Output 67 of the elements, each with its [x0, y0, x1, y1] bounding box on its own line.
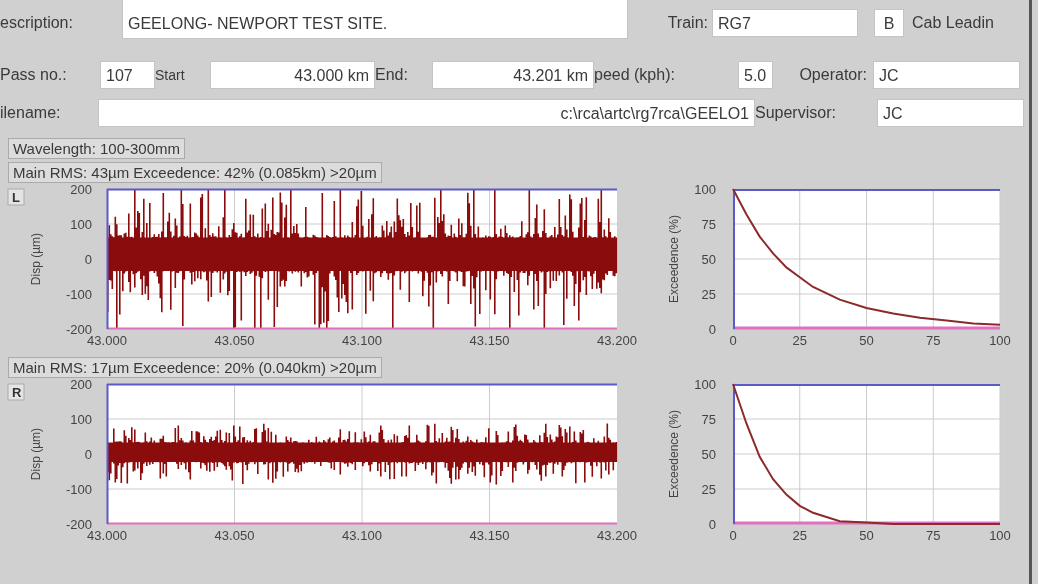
y-tick-label: 25	[701, 482, 716, 497]
y-tick-label: 100	[694, 182, 716, 197]
supervisor-field[interactable]: JC	[877, 99, 1024, 127]
x-tick-label: 0	[729, 333, 737, 348]
train-end-field[interactable]: B	[874, 9, 904, 37]
x-tick-label: 75	[926, 528, 941, 543]
y-tick-label: 50	[701, 252, 716, 267]
x-tick-label: 100	[989, 333, 1011, 348]
start-label: Start	[155, 67, 186, 83]
y-tick-label: 0	[84, 447, 92, 462]
y-tick-label: 100	[70, 412, 92, 427]
start-field[interactable]: 43.000 km	[210, 61, 375, 89]
rms-summary: Main RMS: 17µm Exceedence: 20% (0.040km) >20µm	[8, 357, 382, 378]
y-tick-label: 50	[701, 447, 716, 462]
y-tick-label: 200	[70, 182, 92, 197]
x-tick-label: 43.150	[469, 333, 510, 348]
y-tick-label: 75	[701, 412, 716, 427]
channel-letter: L	[12, 190, 20, 205]
x-tick-label: 43.100	[342, 528, 382, 543]
cab-label: Cab Leadin	[912, 14, 994, 32]
rms-summary: Main RMS: 43µm Exceedence: 42% (0.085km) >20µm	[8, 162, 382, 183]
filename-label: ilename:	[0, 104, 62, 122]
y-axis-title: Exceedence (%)	[667, 410, 681, 498]
train-field[interactable]: RG7	[712, 9, 858, 37]
operator-label: Operator:	[798, 66, 868, 84]
y-tick-label: 100	[694, 377, 716, 392]
y-tick-label: 0	[708, 322, 716, 337]
x-tick-label: 50	[859, 333, 874, 348]
x-tick-label: 75	[926, 333, 941, 348]
train-label: Train:	[666, 14, 709, 32]
x-tick-label: 43.200	[597, 528, 637, 543]
x-tick-label: 43.050	[214, 333, 255, 348]
wavelength-label: Wavelength: 100-300mm	[8, 138, 186, 159]
y-tick-label: 0	[84, 252, 92, 267]
pass-label: Pass no.:	[0, 66, 68, 84]
end-field[interactable]: 43.201 km	[432, 61, 594, 89]
operator-field[interactable]: JC	[873, 61, 1020, 89]
y-axis-title: Disp (µm)	[29, 427, 43, 481]
filename-field[interactable]: c:\rca\artc\rg7rca\GEELO1	[98, 99, 755, 127]
x-tick-label: 43.100	[342, 333, 382, 348]
x-tick-label: 25	[792, 528, 807, 543]
y-tick-label: 100	[70, 217, 92, 232]
y-axis-title: Exceedence (%)	[667, 215, 681, 303]
supervisor-label: Supervisor:	[755, 104, 837, 122]
y-tick-label: -100	[65, 287, 92, 302]
channel-badge	[7, 188, 25, 206]
speed-field[interactable]: 5.0	[738, 61, 773, 89]
y-tick-label: -100	[65, 482, 92, 497]
speed-label: peed (kph):	[594, 66, 676, 84]
x-tick-label: 43.050	[214, 528, 255, 543]
y-tick-label: 200	[70, 377, 92, 392]
x-tick-label: 43.150	[469, 528, 510, 543]
x-tick-label: 43.200	[597, 333, 637, 348]
channel-letter: R	[12, 385, 22, 400]
description-field[interactable]: GEELONG- NEWPORT TEST SITE.	[122, 0, 628, 39]
x-tick-label: 25	[792, 333, 807, 348]
y-axis-title: Disp (µm)	[29, 232, 43, 286]
pass-field[interactable]: 107	[100, 61, 155, 89]
description-label: escription:	[0, 14, 74, 32]
x-tick-label: 0	[729, 528, 737, 543]
x-tick-label: 100	[989, 528, 1011, 543]
y-tick-label: 75	[701, 217, 716, 232]
channel-badge	[7, 383, 25, 401]
y-tick-label: 25	[701, 287, 716, 302]
x-tick-label: 50	[859, 528, 874, 543]
end-label: End:	[375, 66, 409, 84]
y-tick-label: 0	[708, 517, 716, 532]
